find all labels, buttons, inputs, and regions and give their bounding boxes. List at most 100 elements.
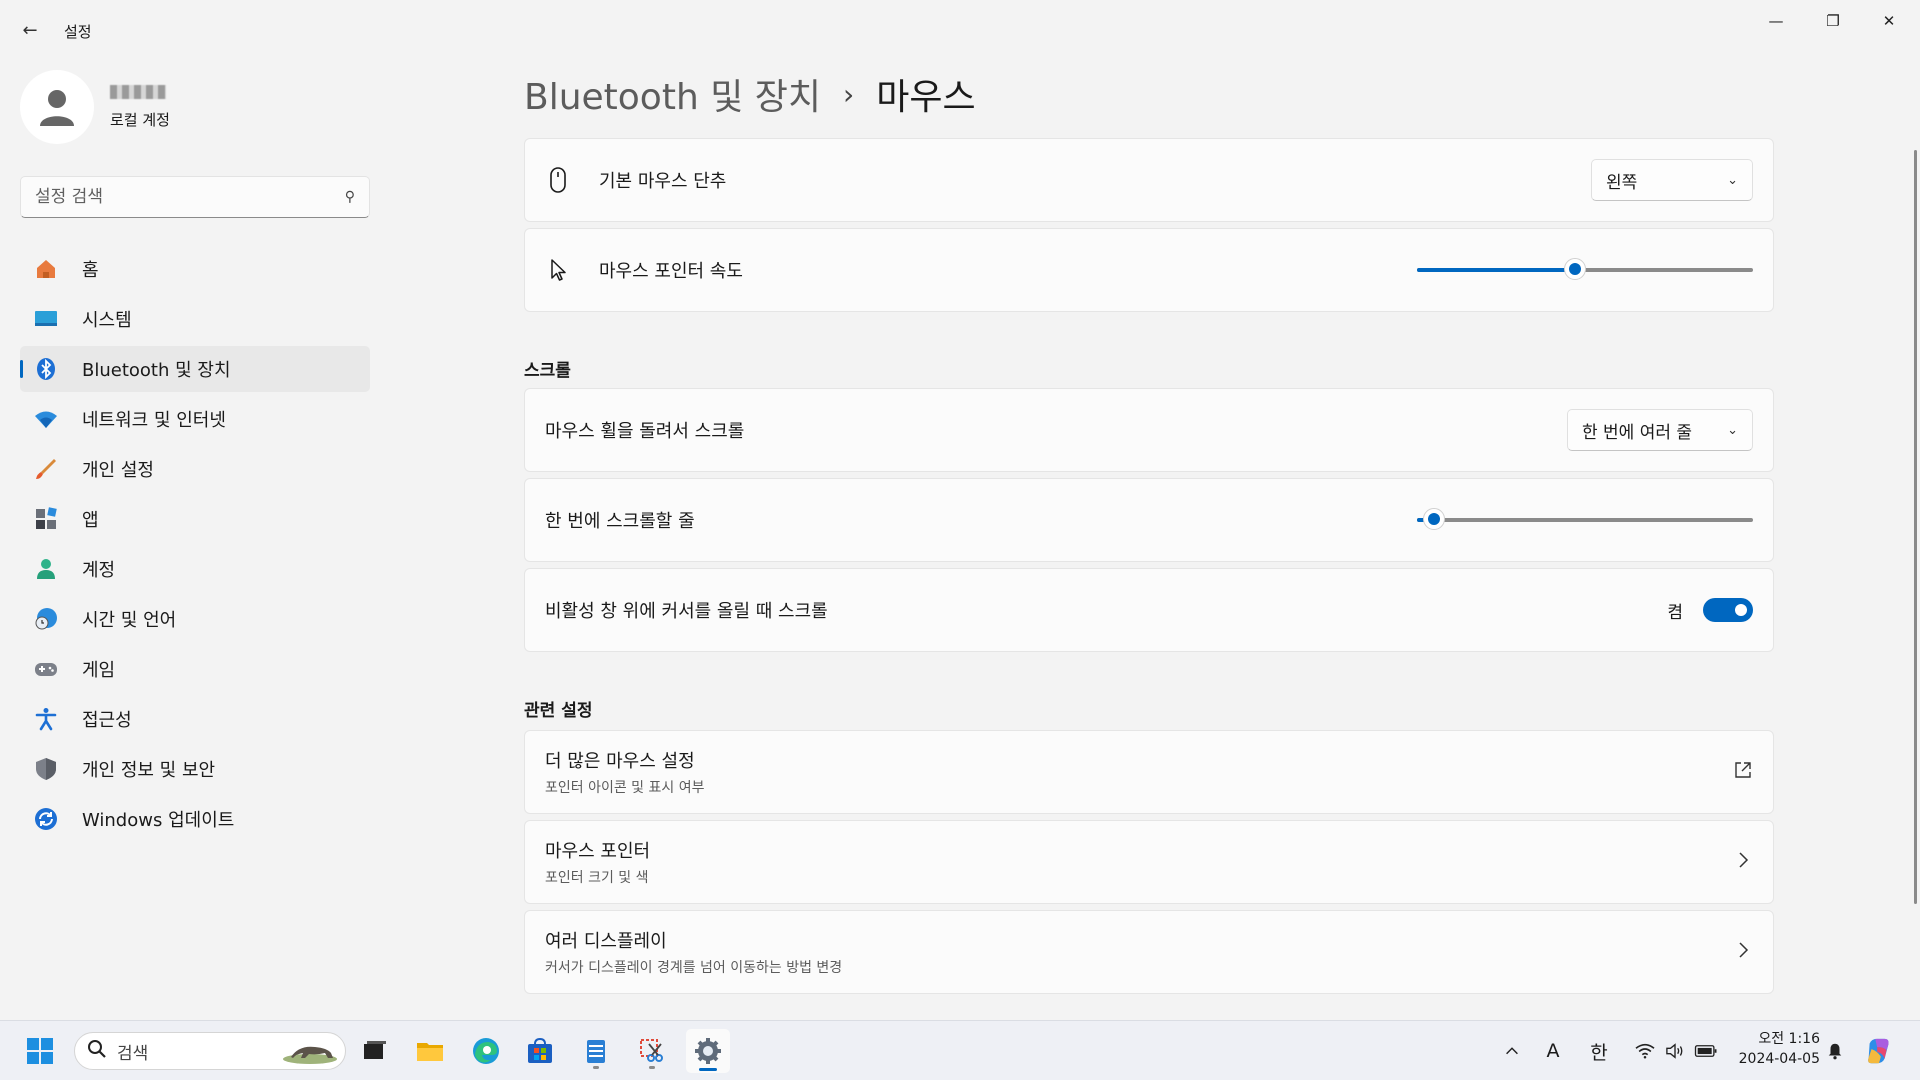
- search-icon[interactable]: ⚲: [345, 189, 355, 205]
- avatar: [20, 70, 94, 144]
- primary-button-label: 기본 마우스 단추: [599, 171, 727, 192]
- slider-thumb[interactable]: [1564, 258, 1586, 280]
- sidebar-item-label: Bluetooth 및 장치: [82, 360, 231, 381]
- link-title: 여러 디스플레이: [545, 931, 667, 952]
- window-title: 설정: [64, 23, 92, 41]
- sidebar-item-bluetooth[interactable]: Bluetooth 및 장치: [20, 346, 370, 392]
- scrollbar[interactable]: [1914, 150, 1917, 904]
- lines-per-scroll-card: 한 번에 스크롤할 줄: [524, 478, 1774, 562]
- wifi-icon: [32, 405, 60, 433]
- brush-icon: [32, 455, 60, 483]
- folder-icon: [417, 1043, 443, 1061]
- primary-button-card: 기본 마우스 단추 왼쪽 ⌄: [524, 138, 1774, 222]
- wifi-status-icon[interactable]: [1632, 1037, 1658, 1065]
- search-icon: [87, 1039, 107, 1063]
- chevron-up-icon: [1506, 1047, 1518, 1055]
- sidebar-item-personalization[interactable]: 개인 설정: [20, 446, 370, 492]
- battery-icon[interactable]: [1692, 1037, 1720, 1065]
- sidebar-item-label: 계정: [82, 560, 116, 581]
- close-button[interactable]: ✕: [1866, 8, 1912, 34]
- sidebar-item-network[interactable]: 네트워크 및 인터넷: [20, 396, 370, 442]
- snipping-tool-icon: [640, 1039, 663, 1062]
- wheel-scroll-dropdown[interactable]: 한 번에 여러 줄 ⌄: [1567, 409, 1753, 451]
- settings-search-box[interactable]: ⚲: [20, 176, 370, 218]
- taskbar: 검색 A 한 오전 1:16 2024-04-05: [0, 1020, 1920, 1080]
- sidebar-item-label: 홈: [82, 260, 99, 281]
- sidebar-item-time-language[interactable]: 시간 및 언어: [20, 596, 370, 642]
- minimize-button[interactable]: —: [1753, 8, 1799, 34]
- pointer-speed-card: 마우스 포인터 속도: [524, 228, 1774, 312]
- account-type: 로컬 계정: [110, 110, 170, 129]
- taskbar-search[interactable]: 검색: [74, 1032, 346, 1070]
- edge-browser-button[interactable]: [466, 1031, 506, 1071]
- mouse-pointer-link[interactable]: 마우스 포인터 포인터 크기 및 색: [524, 820, 1774, 904]
- shield-icon: [32, 755, 60, 783]
- inactive-scroll-toggle[interactable]: [1703, 598, 1753, 622]
- person-icon: [40, 90, 74, 126]
- sidebar-item-apps[interactable]: 앱: [20, 496, 370, 542]
- running-indicator: [649, 1066, 655, 1069]
- user-profile[interactable]: 로컬 계정: [20, 70, 170, 144]
- sidebar-item-privacy[interactable]: 개인 정보 및 보안: [20, 746, 370, 792]
- link-subtitle: 커서가 디스플레이 경계를 넘어 이동하는 방법 변경: [545, 960, 843, 976]
- store-button[interactable]: [520, 1031, 560, 1071]
- notification-bell-icon[interactable]: [1822, 1037, 1848, 1065]
- back-arrow-icon[interactable]: ←: [18, 18, 42, 42]
- breadcrumb: Bluetooth 및 장치 › 마우스: [524, 68, 976, 120]
- sidebar-item-home[interactable]: 홈: [20, 246, 370, 292]
- multiple-displays-link[interactable]: 여러 디스플레이 커서가 디스플레이 경계를 넘어 이동하는 방법 변경: [524, 910, 1774, 994]
- time-language-icon: [32, 605, 60, 633]
- mouse-icon: [545, 167, 571, 193]
- slider-fill: [1417, 268, 1575, 272]
- sidebar-item-gaming[interactable]: 게임: [20, 646, 370, 692]
- volume-icon[interactable]: [1662, 1037, 1688, 1065]
- inactive-scroll-card: 비활성 창 위에 커서를 올릴 때 스크롤 켬: [524, 568, 1774, 652]
- breadcrumb-parent[interactable]: Bluetooth 및 장치: [524, 68, 821, 120]
- restore-button[interactable]: ❐: [1810, 8, 1856, 34]
- lines-per-scroll-label: 한 번에 스크롤할 줄: [545, 511, 695, 532]
- snipping-tool-button[interactable]: [632, 1031, 672, 1071]
- wheel-scroll-card: 마우스 휠을 돌려서 스크롤 한 번에 여러 줄 ⌄: [524, 388, 1774, 472]
- show-hidden-icons-button[interactable]: [1500, 1037, 1524, 1065]
- sidebar-item-label: Windows 업데이트: [82, 810, 235, 831]
- sidebar-item-label: 앱: [82, 510, 99, 531]
- home-icon: [32, 255, 60, 283]
- slider-track: [1417, 518, 1753, 522]
- settings-search-input[interactable]: [35, 187, 345, 207]
- sidebar-item-accessibility[interactable]: 접근성: [20, 696, 370, 742]
- link-subtitle: 포인터 크기 및 색: [545, 870, 649, 886]
- sidebar-nav: 홈 시스템 Bluetooth 및 장치 네트워크 및 인터넷 개인 설정 앱 …: [20, 246, 370, 846]
- settings-app-button[interactable]: [686, 1029, 730, 1073]
- pointer-speed-slider[interactable]: [1417, 258, 1753, 282]
- lines-per-scroll-slider[interactable]: [1417, 508, 1753, 532]
- sidebar-item-accounts[interactable]: 계정: [20, 546, 370, 592]
- slider-thumb[interactable]: [1423, 508, 1445, 530]
- dropdown-value: 왼쪽: [1606, 172, 1638, 193]
- gamepad-icon: [32, 655, 60, 683]
- clock[interactable]: 오전 1:16 2024-04-05: [1724, 1029, 1820, 1069]
- notepad-icon: [587, 1040, 605, 1063]
- ime-mode-indicator[interactable]: A: [1538, 1037, 1568, 1065]
- update-icon: [32, 805, 60, 833]
- file-explorer-button[interactable]: [410, 1031, 450, 1071]
- inactive-scroll-label: 비활성 창 위에 커서를 올릴 때 스크롤: [545, 601, 828, 622]
- primary-button-dropdown[interactable]: 왼쪽 ⌄: [1591, 159, 1753, 201]
- dropdown-value: 한 번에 여러 줄: [1582, 422, 1693, 443]
- page-title: 마우스: [876, 77, 976, 118]
- sidebar-item-system[interactable]: 시스템: [20, 296, 370, 342]
- start-button[interactable]: [20, 1031, 60, 1071]
- taskbar-search-label: 검색: [117, 1043, 149, 1064]
- chevron-down-icon: ⌄: [1727, 422, 1738, 438]
- chevron-right-icon: [1733, 940, 1753, 965]
- notepad-button[interactable]: [576, 1031, 616, 1071]
- more-mouse-settings-link[interactable]: 더 많은 마우스 설정 포인터 아이콘 및 표시 여부: [524, 730, 1774, 814]
- toggle-knob: [1735, 604, 1747, 616]
- clock-time: 오전 1:16: [1758, 1031, 1820, 1047]
- sidebar-item-windows-update[interactable]: Windows 업데이트: [20, 796, 370, 842]
- sidebar-item-label: 시간 및 언어: [82, 610, 177, 631]
- accessibility-icon: [32, 705, 60, 733]
- sidebar-item-label: 시스템: [82, 310, 132, 331]
- copilot-icon[interactable]: [1862, 1033, 1896, 1069]
- task-view-button[interactable]: [354, 1031, 394, 1071]
- ime-language-indicator[interactable]: 한: [1584, 1037, 1614, 1065]
